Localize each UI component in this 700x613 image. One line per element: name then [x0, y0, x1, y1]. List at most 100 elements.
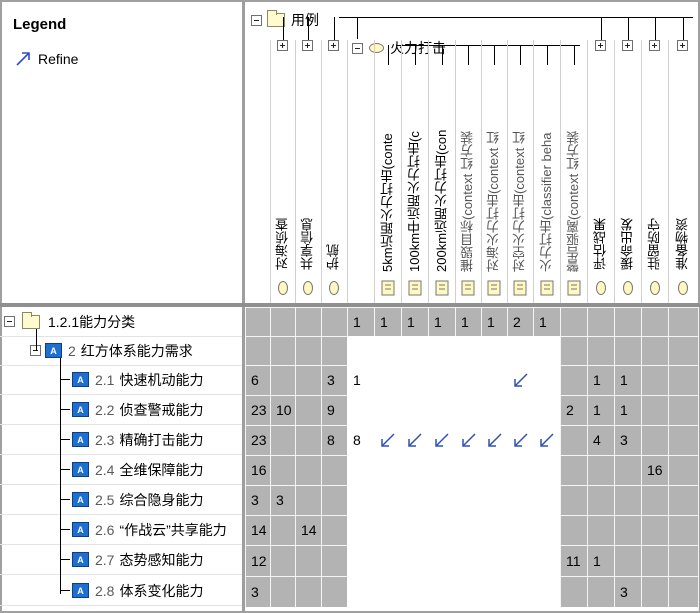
- matrix-cell[interactable]: [533, 455, 560, 485]
- matrix-cell[interactable]: [533, 395, 560, 425]
- matrix-cell[interactable]: 16: [641, 455, 668, 485]
- matrix-cell[interactable]: 1: [614, 365, 641, 395]
- matrix-cell[interactable]: [374, 365, 401, 395]
- collapse-icon[interactable]: [352, 42, 363, 54]
- matrix-cell[interactable]: [507, 576, 533, 607]
- matrix-cell[interactable]: [428, 395, 455, 425]
- expand-icon[interactable]: [277, 40, 288, 51]
- matrix-cell[interactable]: 3: [614, 576, 641, 607]
- matrix-cell[interactable]: [560, 425, 587, 455]
- matrix-cell[interactable]: [321, 307, 347, 336]
- matrix-cell[interactable]: [668, 576, 698, 607]
- matrix-cell[interactable]: 9: [321, 395, 347, 425]
- matrix-cell[interactable]: [321, 515, 347, 545]
- matrix-cell[interactable]: 1: [533, 307, 560, 336]
- matrix-cell[interactable]: [270, 576, 295, 607]
- matrix-cell[interactable]: [428, 425, 455, 455]
- matrix-cell[interactable]: [641, 425, 668, 455]
- expand-icon[interactable]: [328, 40, 339, 51]
- matrix-cell[interactable]: [428, 365, 455, 395]
- matrix-cell[interactable]: [455, 336, 481, 365]
- tree-row[interactable]: A 2.1 快速机动能力: [4, 365, 203, 394]
- matrix-cell[interactable]: 1: [347, 365, 374, 395]
- tree-row[interactable]: A 2.2 侦查警戒能力: [4, 395, 203, 424]
- matrix-cell[interactable]: [374, 576, 401, 607]
- matrix-cell[interactable]: [533, 425, 560, 455]
- column-header-label[interactable]: 对空火力打击(context 红: [512, 68, 528, 272]
- matrix-cell[interactable]: [270, 425, 295, 455]
- matrix-cell[interactable]: [587, 455, 614, 485]
- matrix-cell[interactable]: 1: [455, 307, 481, 336]
- legend-item-refine[interactable]: Refine: [14, 50, 78, 68]
- matrix-cell[interactable]: [560, 455, 587, 485]
- matrix-cell[interactable]: 11: [560, 545, 587, 576]
- tree-row[interactable]: A 2.7 态势感知能力: [4, 545, 203, 574]
- matrix-cell[interactable]: [455, 425, 481, 455]
- tree-row[interactable]: A 2.3 精确打击能力: [4, 425, 203, 454]
- matrix-cell[interactable]: [533, 365, 560, 395]
- matrix-cell[interactable]: [560, 576, 587, 607]
- matrix-cell[interactable]: 3: [270, 485, 295, 515]
- matrix-cell[interactable]: [428, 455, 455, 485]
- matrix-cell[interactable]: [374, 395, 401, 425]
- matrix-cell[interactable]: [481, 545, 507, 576]
- column-header-label[interactable]: 共享信息: [300, 150, 316, 270]
- matrix-cell[interactable]: [668, 307, 698, 336]
- column-header-label[interactable]: 对海火力打击(context 红: [486, 68, 502, 272]
- matrix-cell[interactable]: 3: [321, 365, 347, 395]
- matrix-cell[interactable]: [295, 425, 321, 455]
- tree-row[interactable]: A 2 红方体系能力需求: [4, 336, 193, 365]
- matrix-cell[interactable]: [641, 485, 668, 515]
- matrix-cell[interactable]: [533, 336, 560, 365]
- matrix-cell[interactable]: [455, 515, 481, 545]
- matrix-cell[interactable]: [321, 336, 347, 365]
- matrix-cell[interactable]: [374, 336, 401, 365]
- matrix-cell[interactable]: [587, 515, 614, 545]
- matrix-cell[interactable]: 1: [401, 307, 428, 336]
- matrix-cell[interactable]: [641, 515, 668, 545]
- column-header-label[interactable]: 护航: [326, 150, 342, 270]
- matrix-cell[interactable]: [401, 425, 428, 455]
- matrix-cell[interactable]: [347, 455, 374, 485]
- tree-row[interactable]: A 2.4 全维保障能力: [4, 455, 203, 484]
- matrix-cell[interactable]: [587, 336, 614, 365]
- matrix-cell[interactable]: [321, 576, 347, 607]
- matrix-cell[interactable]: [295, 545, 321, 576]
- column-header-label[interactable]: 5km近距火力打击(conte: [380, 68, 396, 272]
- column-header-label[interactable]: 对海侦查: [275, 150, 291, 270]
- matrix-cell[interactable]: [347, 576, 374, 607]
- matrix-cell[interactable]: [401, 395, 428, 425]
- matrix-cell[interactable]: 3: [614, 425, 641, 455]
- matrix-cell[interactable]: [481, 425, 507, 455]
- matrix-cell[interactable]: 1: [587, 545, 614, 576]
- matrix-cell[interactable]: [270, 455, 295, 485]
- collapse-icon[interactable]: [251, 14, 262, 26]
- matrix-cell[interactable]: 8: [347, 425, 374, 455]
- matrix-cell[interactable]: [295, 336, 321, 365]
- matrix-cell[interactable]: 1: [614, 395, 641, 425]
- matrix-cell[interactable]: [668, 545, 698, 576]
- matrix-cell[interactable]: 2: [560, 395, 587, 425]
- matrix-cell[interactable]: [668, 425, 698, 455]
- column-tree-group[interactable]: 火力打击: [352, 38, 446, 58]
- expand-icon[interactable]: [677, 40, 688, 51]
- matrix-cell[interactable]: [270, 515, 295, 545]
- column-header-label[interactable]: 警告驱离(context 红方装: [566, 68, 582, 272]
- matrix-cell[interactable]: [614, 485, 641, 515]
- matrix-cell[interactable]: [428, 515, 455, 545]
- matrix-cell[interactable]: [614, 307, 641, 336]
- matrix-cell[interactable]: [455, 455, 481, 485]
- matrix-cell[interactable]: [374, 485, 401, 515]
- matrix-cell[interactable]: 1: [587, 365, 614, 395]
- matrix-cell[interactable]: [481, 576, 507, 607]
- column-header-label[interactable]: 摧毁目标(context 红方装: [460, 68, 476, 272]
- matrix-cell[interactable]: [560, 336, 587, 365]
- matrix-cell[interactable]: [347, 485, 374, 515]
- matrix-cell[interactable]: [401, 515, 428, 545]
- matrix-cell[interactable]: [270, 336, 295, 365]
- matrix-cell[interactable]: [401, 336, 428, 365]
- matrix-cell[interactable]: 1: [587, 395, 614, 425]
- matrix-cell[interactable]: 1: [481, 307, 507, 336]
- expand-icon[interactable]: [302, 40, 313, 51]
- matrix-cell[interactable]: [295, 455, 321, 485]
